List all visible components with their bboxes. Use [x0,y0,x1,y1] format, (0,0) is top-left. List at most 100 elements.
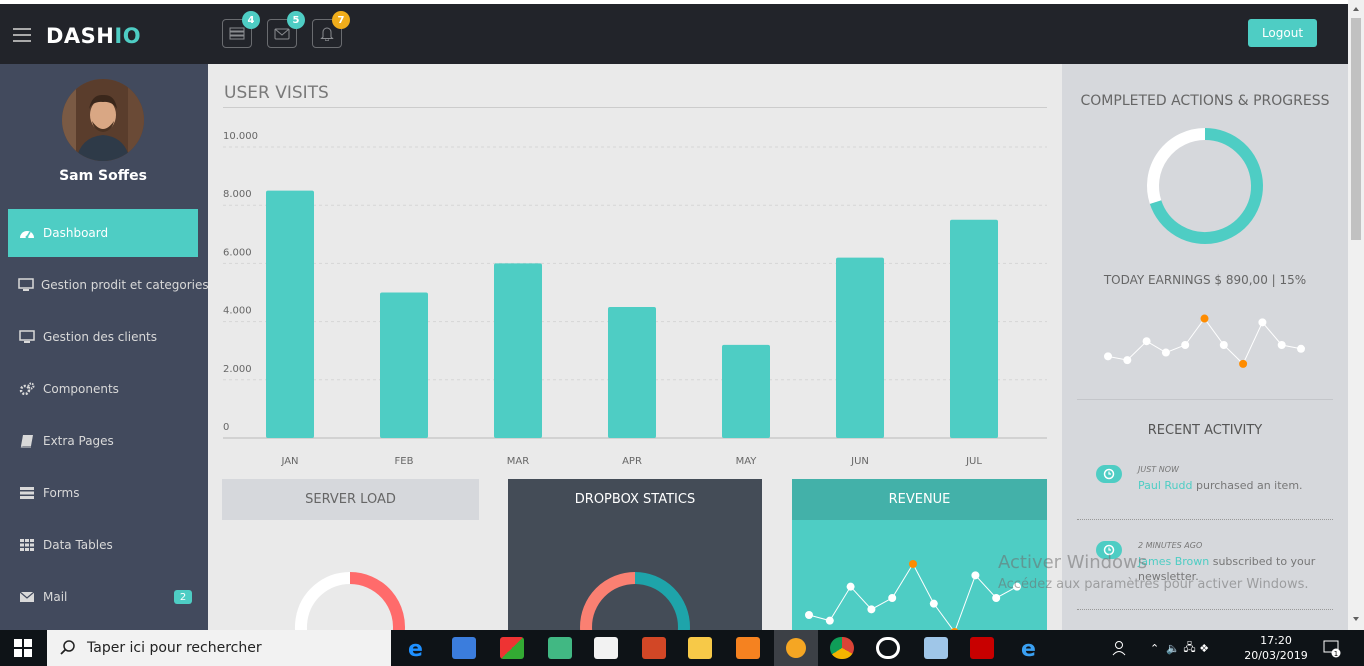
messages-notification-button[interactable]: 5 [267,11,305,48]
data-point [1181,341,1190,349]
watermark-line1: Activer Windows [998,552,1148,573]
data-point [1239,359,1248,368]
x-tick-label: JUN [850,456,869,467]
bar [608,307,656,438]
powerpoint-icon[interactable] [642,637,666,659]
chrome-icon[interactable] [830,637,854,659]
sublime-text-icon[interactable] [736,637,760,659]
action-center-icon[interactable]: 1 [1322,630,1342,666]
windows-start-icon[interactable] [13,638,33,658]
scroll-down-icon[interactable] [1348,612,1364,626]
desktop-icon [18,330,36,344]
data-point [909,560,917,568]
sidebar-item-label: Components [43,382,119,396]
sidebar-item-forms[interactable]: Forms [8,469,198,517]
sidebar-item-mail[interactable]: Mail 2 [8,573,198,621]
th-icon [18,538,36,552]
qt-app-icon[interactable] [548,637,572,659]
brave-browser-icon[interactable] [774,630,818,666]
today-earnings: TODAY EARNINGS $ 890,00 | 15% [1103,273,1307,287]
edge-browser-icon[interactable]: e [404,637,428,662]
media-app-icon[interactable] [452,637,476,659]
dropbox-icon[interactable]: ❖ [1199,642,1209,655]
alerts-notification-button[interactable]: 7 [312,11,350,48]
taskbar-search-box[interactable]: Taper ici pour rechercher [47,630,391,666]
file-explorer-icon[interactable] [688,637,712,659]
people-icon[interactable] [1112,630,1130,666]
donut-slice [349,572,405,630]
tasks-notification-button[interactable]: 4 [222,11,260,48]
vertical-scrollbar[interactable] [1348,0,1364,630]
data-point [929,599,938,608]
menu-toggle-icon[interactable] [13,28,31,42]
sidebar-item-label: Mail [43,590,68,604]
avatar[interactable] [62,79,144,161]
sidebar-item-components[interactable]: Components [8,365,198,413]
network-icon[interactable]: 🖧 [1183,639,1195,658]
media-player-icon[interactable] [876,637,900,659]
top-bar: DASHIO 4 5 7 Logout [0,4,1348,64]
revenue-title: REVENUE [792,479,1047,520]
y-tick-label: 2.000 [223,364,252,375]
app-logo[interactable]: DASHIO [46,24,141,48]
y-tick-label: 4.000 [223,306,252,317]
sidebar-item-gestion-produit[interactable]: Gestion prodit et categories [8,261,208,309]
scroll-up-icon[interactable] [1348,2,1364,16]
x-tick-label: APR [622,456,642,467]
data-point [805,611,813,619]
donut-slice [1147,128,1206,204]
clock[interactable]: 17:20 20/03/2019 [1244,630,1307,666]
page-title: USER VISITS [224,83,329,103]
bar [950,219,998,438]
server-load-donut [295,572,405,630]
y-tick-label: 8.000 [223,189,252,200]
sidebar-item-extra-pages[interactable]: Extra Pages [8,417,198,465]
search-icon [60,640,75,655]
bell-icon [320,27,334,41]
sidebar: Sam Soffes Dashboard Gestion prodit et c… [0,64,208,630]
bar [836,257,884,438]
office-app-icon[interactable] [500,637,524,659]
progress-donut [1147,128,1263,244]
activity-divider [1077,519,1333,520]
scrollbar-thumb[interactable] [1351,18,1361,240]
bar [380,292,428,438]
title-divider [223,107,1047,108]
alerts-count-badge: 7 [332,11,350,29]
tray-icons[interactable]: ⌃ 🔈 🖧 ❖ [1150,630,1209,666]
donut-slice [634,572,690,630]
donut-slice [580,572,636,630]
data-point [1123,356,1132,365]
svg-text:e: e [408,637,423,659]
acrobat-icon[interactable] [970,637,994,659]
sidebar-item-label: Extra Pages [43,434,114,448]
dropbox-panel: DROPBOX STATICS [508,479,762,630]
messages-count-badge: 5 [287,11,305,29]
svg-text:e: e [1021,637,1036,659]
x-tick-label: JAN [280,456,298,467]
data-point [888,594,897,602]
user-name: Sam Soffes [59,168,147,184]
sidebar-item-label: Gestion des clients [43,330,158,344]
store-icon[interactable] [594,637,618,659]
sidebar-item-data-tables[interactable]: Data Tables [8,521,198,569]
chevron-up-icon[interactable]: ⌃ [1150,642,1159,655]
internet-explorer-icon[interactable]: e [1018,637,1042,662]
donut-slice [295,572,351,630]
sidebar-item-dashboard[interactable]: Dashboard [8,209,198,257]
volume-icon[interactable]: 🔈 [1166,642,1180,655]
sidebar-item-gestion-clients[interactable]: Gestion des clients [8,313,198,361]
data-point [846,582,855,591]
activity-user-link[interactable]: Paul Rudd [1138,479,1193,492]
bar [722,344,770,438]
activity-text: Paul Rudd purchased an item. [1138,478,1318,493]
x-tick-label: MAY [736,456,758,467]
logout-button[interactable]: Logout [1248,19,1317,47]
earnings-sparkline [1104,314,1305,368]
activity-time: JUST NOW [1138,465,1179,474]
app-icon[interactable] [924,637,948,659]
logo-main: DASH [46,24,115,48]
envelope-icon [18,590,36,604]
dropbox-title: DROPBOX STATICS [574,492,696,507]
completed-actions-title: COMPLETED ACTIONS & PROGRESS [1080,93,1330,109]
